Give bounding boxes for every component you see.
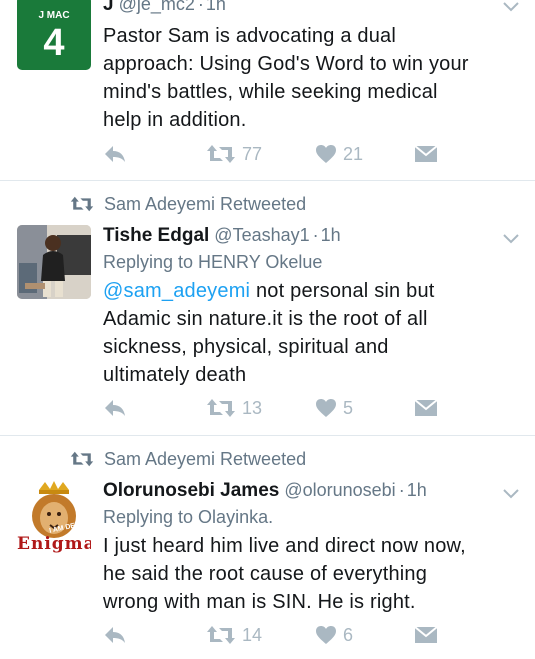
retweet-button[interactable]: 77 — [206, 141, 262, 167]
avatar-logo-text: Enigma — [17, 534, 91, 554]
tweet-actions: 14 6 — [103, 622, 443, 648]
envelope-icon — [414, 626, 438, 643]
retweet-count: 13 — [242, 397, 263, 418]
retweet-icon — [207, 626, 235, 644]
like-count: 5 — [343, 397, 354, 418]
reply-button[interactable] — [103, 141, 127, 167]
tweet-header: J @je_mc2 · 1h — [103, 0, 226, 18]
tweet-text: @sam_adeyemi not personal sin but Adamic… — [103, 277, 523, 389]
retweet-icon — [70, 451, 94, 467]
retweet-icon — [207, 145, 235, 163]
tweet-text: Pastor Sam is advocating a dual approach… — [103, 25, 469, 131]
replying-to[interactable]: Replying to HENRY Okelue — [103, 252, 322, 273]
like-button[interactable]: 21 — [315, 141, 363, 167]
retweet-button[interactable]: 13 — [206, 395, 262, 421]
retweet-button[interactable]: 14 — [206, 622, 262, 648]
author-handle[interactable]: @je_mc2 — [119, 0, 195, 15]
retweet-icon — [70, 196, 94, 212]
person-photo — [17, 225, 91, 299]
tweet-header: Tishe Edgal @Teashay1 · 1h — [103, 225, 341, 249]
avatar-text-top: J MAC — [38, 10, 70, 21]
retweet-count: 77 — [242, 143, 263, 164]
avatar[interactable]: J MAC 4 — [17, 0, 91, 70]
like-button[interactable]: 6 — [315, 622, 353, 648]
mention-link[interactable]: @sam_adeyemi — [103, 280, 250, 302]
tweet-header: Olorunosebi James @olorunosebi · 1h — [103, 480, 427, 504]
tweet-actions: 13 5 — [103, 395, 443, 421]
chevron-down-icon[interactable] — [501, 0, 521, 16]
like-count: 6 — [343, 624, 354, 645]
dm-button[interactable] — [414, 622, 438, 648]
dm-button[interactable] — [414, 141, 438, 167]
retweeted-by-label[interactable]: Sam Adeyemi Retweeted — [104, 449, 306, 470]
author-handle[interactable]: @Teashay1 — [214, 225, 309, 246]
author-handle[interactable]: @olorunosebi — [284, 480, 395, 501]
tweet-time[interactable]: 1h — [321, 225, 341, 246]
avatar[interactable]: I AM DEITY Enigma — [17, 480, 91, 554]
tweet-time[interactable]: 1h — [407, 480, 427, 501]
reply-button[interactable] — [103, 622, 127, 648]
envelope-icon — [414, 145, 438, 162]
replying-to[interactable]: Replying to Olayinka. — [103, 507, 273, 528]
heart-icon — [316, 626, 336, 644]
tweet[interactable]: Sam Adeyemi Retweeted Tishe Edgal @Teash… — [0, 181, 535, 435]
like-button[interactable]: 5 — [315, 395, 353, 421]
reply-icon — [105, 146, 125, 162]
dm-button[interactable] — [414, 395, 438, 421]
tweet-time[interactable]: 1h — [206, 0, 226, 15]
reply-icon — [105, 627, 125, 643]
tweet-text: I just heard him live and direct now now… — [103, 535, 466, 613]
heart-icon — [316, 399, 336, 417]
tweet-actions: 77 21 — [103, 141, 443, 167]
like-count: 21 — [343, 143, 364, 164]
retweet-icon — [207, 399, 235, 417]
avatar-text-big: 4 — [43, 22, 65, 64]
tweet[interactable]: J MAC 4 J @je_mc2 · 1h Pastor Sam is adv… — [0, 0, 535, 180]
retweeted-by-label[interactable]: Sam Adeyemi Retweeted — [104, 194, 306, 215]
reply-icon — [105, 400, 125, 416]
chevron-down-icon[interactable] — [501, 483, 521, 503]
separator-dot: · — [197, 0, 204, 14]
chevron-down-icon[interactable] — [501, 228, 521, 248]
author-name[interactable]: J — [103, 0, 114, 16]
reply-button[interactable] — [103, 395, 127, 421]
tweet[interactable]: Sam Adeyemi Retweeted I AM DEITY Enigma … — [0, 436, 535, 659]
avatar[interactable] — [17, 225, 91, 299]
retweeted-by: Sam Adeyemi Retweeted — [70, 192, 306, 216]
separator-dot: · — [398, 480, 405, 500]
envelope-icon — [414, 399, 438, 416]
retweet-count: 14 — [242, 624, 263, 645]
separator-dot: · — [312, 225, 319, 245]
heart-icon — [316, 145, 336, 163]
retweeted-by: Sam Adeyemi Retweeted — [70, 447, 306, 471]
author-name[interactable]: Olorunosebi James — [103, 480, 279, 502]
author-name[interactable]: Tishe Edgal — [103, 225, 209, 247]
